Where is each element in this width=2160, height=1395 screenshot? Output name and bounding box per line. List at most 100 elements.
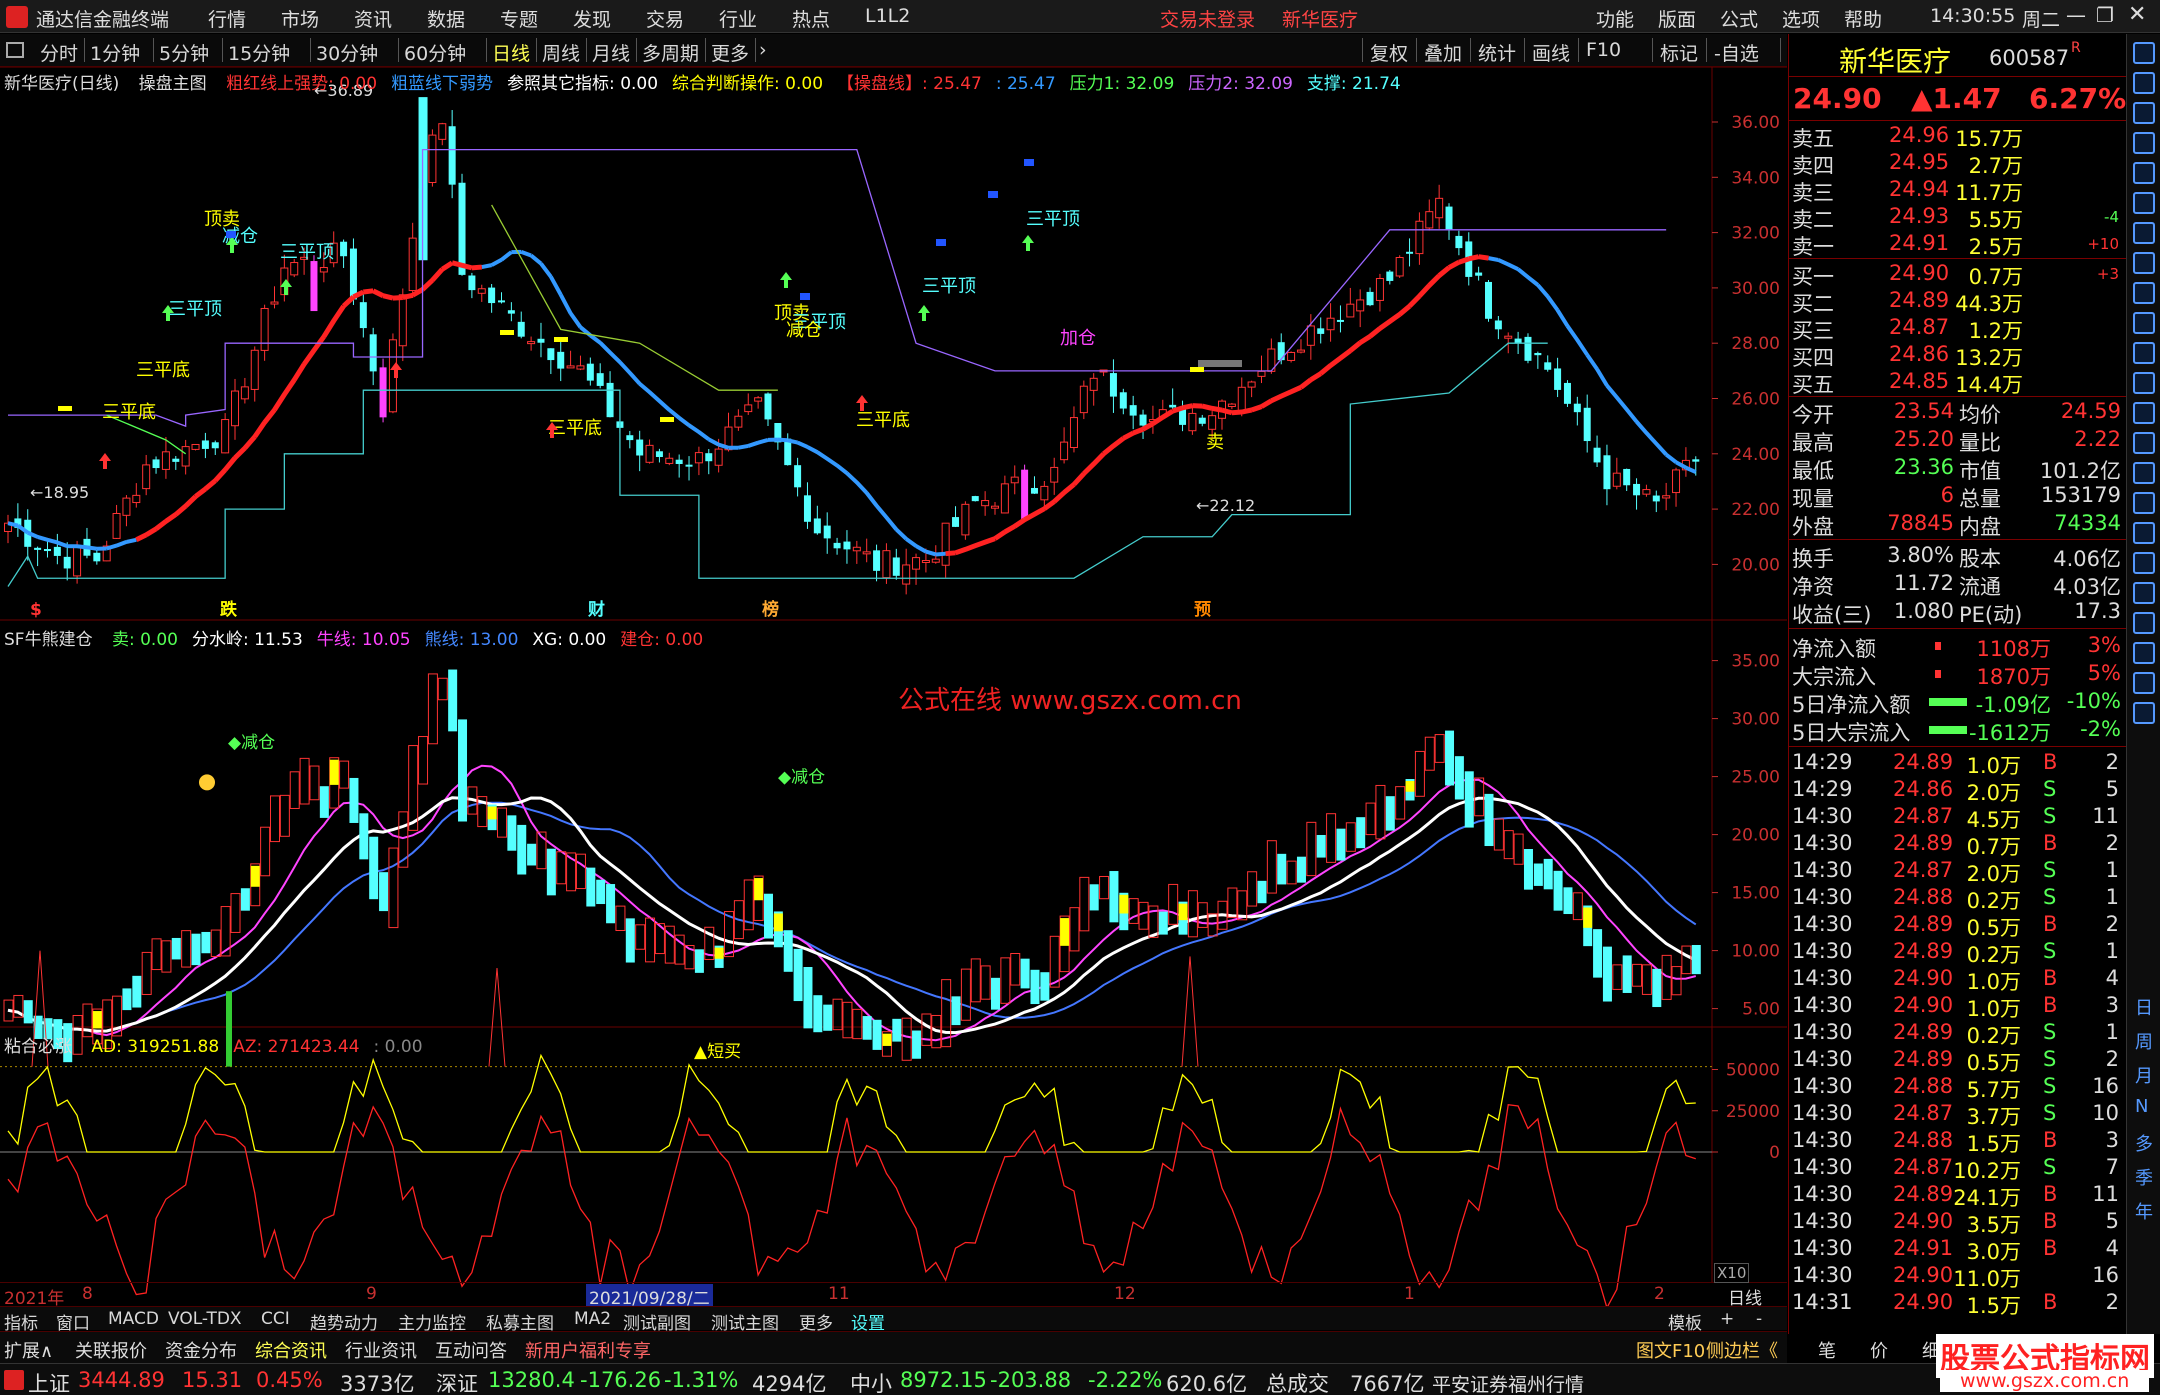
menu-item[interactable]: 行情 [208, 5, 246, 32]
f2-icon[interactable] [2133, 432, 2155, 454]
indicator-name[interactable]: 操盘主图 [139, 74, 207, 94]
layout-toggle-icon[interactable] [6, 42, 24, 58]
menu-item[interactable]: 资讯 [354, 5, 392, 32]
up-arrow-icon[interactable] [2133, 72, 2155, 94]
more-chevron-icon[interactable]: › [759, 39, 767, 61]
period-shortcut[interactable]: 月 [2135, 1062, 2153, 1088]
period-tab[interactable]: 60分钟 [404, 39, 466, 66]
period-tab[interactable]: 月线 [592, 39, 630, 66]
pencil-icon[interactable] [2133, 612, 2155, 634]
down-arrow-icon[interactable] [2133, 102, 2155, 124]
period-tab[interactable]: 周线 [542, 39, 580, 66]
orderbook-row[interactable]: 卖一 24.91 2.5万 +10 [1789, 230, 2126, 259]
f10-icon[interactable] [2133, 312, 2155, 334]
eye-icon[interactable] [2133, 492, 2155, 514]
bars-icon[interactable] [2133, 252, 2155, 274]
list-icon[interactable] [2133, 162, 2155, 184]
menu-item[interactable]: 热点 [792, 5, 830, 32]
template-tool[interactable]: + [1720, 1309, 1734, 1329]
orderbook-row[interactable]: 卖四 24.95 2.7万 [1789, 149, 2126, 178]
sub2-indicator-name[interactable]: 粘合必涨 [4, 1037, 72, 1057]
window-minimize-icon[interactable]: — [2066, 3, 2086, 27]
home-icon[interactable] [2133, 42, 2155, 64]
info-tab[interactable]: 资金分布 [165, 1337, 237, 1363]
indicator-tab[interactable]: MA2 [574, 1309, 611, 1329]
period-tab[interactable]: 15分钟 [228, 39, 290, 66]
orderbook-row[interactable]: 卖二 24.93 5.5万 -4 [1789, 203, 2126, 232]
info-tab[interactable]: 扩展∧ [4, 1337, 53, 1363]
period-tab[interactable]: 30分钟 [316, 39, 378, 66]
period-shortcut[interactable]: 周 [2135, 1028, 2153, 1054]
period-shortcut[interactable]: N [2135, 1096, 2148, 1117]
sub1-indicator-name[interactable]: SF牛熊建仓 [4, 630, 93, 650]
template-tool[interactable]: - [1756, 1309, 1762, 1329]
zoom-label[interactable]: X10 [1714, 1263, 1750, 1283]
info-right-tab[interactable]: 图文F10 [1636, 1337, 1705, 1363]
menu-item[interactable]: 市场 [281, 5, 319, 32]
indicator-tab[interactable]: MACD [108, 1309, 159, 1329]
window-close-icon[interactable]: ✕ [2128, 2, 2146, 27]
chart-tool-button[interactable]: 标记 [1660, 39, 1698, 66]
window-restore-icon[interactable]: ❐ [2096, 3, 2114, 27]
document-icon[interactable] [2133, 282, 2155, 304]
orderbook-row[interactable]: 买一 24.90 0.7万 +3 [1789, 260, 2126, 289]
rsi-icon[interactable] [2133, 552, 2155, 574]
period-tab[interactable]: 分时 [40, 39, 78, 66]
hash-icon[interactable] [2133, 672, 2155, 694]
info-tab[interactable]: 互动问答 [435, 1337, 507, 1363]
right-menu-item[interactable]: 帮助 [1844, 5, 1882, 32]
orderbook-row[interactable]: 卖五 24.96 15.7万 [1789, 122, 2126, 151]
menu-item[interactable]: 交易 [646, 5, 684, 32]
layers-icon[interactable] [2133, 402, 2155, 424]
right-menu-item[interactable]: 选项 [1782, 5, 1820, 32]
number-icon[interactable] [2133, 702, 2155, 724]
chart-tool-button[interactable]: F10 [1586, 39, 1621, 61]
note-icon[interactable] [2133, 342, 2155, 364]
period-tab[interactable]: 日线 [492, 39, 530, 66]
indicator-tab[interactable]: CCI [261, 1309, 290, 1329]
signal-icon[interactable] [2133, 522, 2155, 544]
info-tab[interactable]: 关联报价 [75, 1337, 147, 1363]
orderbook-row[interactable]: 买三 24.87 1.2万 [1789, 314, 2126, 343]
info-tab[interactable]: 综合资讯 [255, 1337, 327, 1363]
zx-label[interactable]: 中小 [850, 1368, 892, 1395]
box-icon[interactable] [2133, 642, 2155, 664]
orderbook-row[interactable]: 买四 24.86 13.2万 [1789, 341, 2126, 370]
login-status[interactable]: 交易未登录 [1160, 5, 1255, 32]
chart-tool-button[interactable]: 画线 [1532, 39, 1570, 66]
chart-tool-button[interactable]: -自选 [1714, 39, 1759, 66]
menu-item[interactable]: 发现 [573, 5, 611, 32]
chart-tool-button[interactable]: 统计 [1478, 39, 1516, 66]
info-tab[interactable]: 新用户福利专享 [525, 1337, 651, 1363]
sz-label[interactable]: 深证 [436, 1368, 478, 1395]
chart-icon[interactable] [2133, 222, 2155, 244]
info-tab[interactable]: 行业资讯 [345, 1337, 417, 1363]
move-icon[interactable] [2133, 582, 2155, 604]
info-right-tab[interactable]: 价 [1870, 1337, 1888, 1363]
chart-tool-button[interactable]: 复权 [1370, 39, 1408, 66]
sh-label[interactable]: 上证 [28, 1368, 70, 1395]
period-shortcut[interactable]: 季 [2135, 1164, 2153, 1190]
period-tab[interactable]: 多周期 [642, 39, 699, 66]
grid-icon[interactable] [2133, 132, 2155, 154]
period-tab[interactable]: 更多 [711, 39, 749, 66]
menu-item[interactable]: 行业 [719, 5, 757, 32]
right-menu-item[interactable]: 版面 [1658, 5, 1696, 32]
period-shortcut[interactable]: 日 [2135, 994, 2153, 1020]
period-shortcut[interactable]: 年 [2135, 1198, 2153, 1224]
right-menu-item[interactable]: 功能 [1596, 5, 1634, 32]
refresh-icon[interactable] [2133, 372, 2155, 394]
orderbook-row[interactable]: 买二 24.89 44.3万 [1789, 287, 2126, 316]
period-tab[interactable]: 5分钟 [159, 39, 209, 66]
menu-item[interactable]: L1L2 [865, 5, 910, 27]
table-icon[interactable] [2133, 192, 2155, 214]
orderbook-row[interactable]: 买五 24.85 14.4万 [1789, 368, 2126, 397]
period-tab[interactable]: 1分钟 [90, 39, 140, 66]
right-menu-item[interactable]: 公式 [1720, 5, 1758, 32]
menu-item[interactable]: 数据 [427, 5, 465, 32]
period-shortcut[interactable]: 多 [2135, 1130, 2153, 1156]
orderbook-row[interactable]: 卖三 24.94 11.7万 [1789, 176, 2126, 205]
info-right-tab[interactable]: 笔 [1818, 1337, 1836, 1363]
info-right-tab[interactable]: 侧边栏《 [1706, 1337, 1778, 1363]
chart-canvas[interactable]: 36.00 34.00 32.00 30.00 28.00 26.00 24.00 22.00… [0, 67, 1787, 1337]
